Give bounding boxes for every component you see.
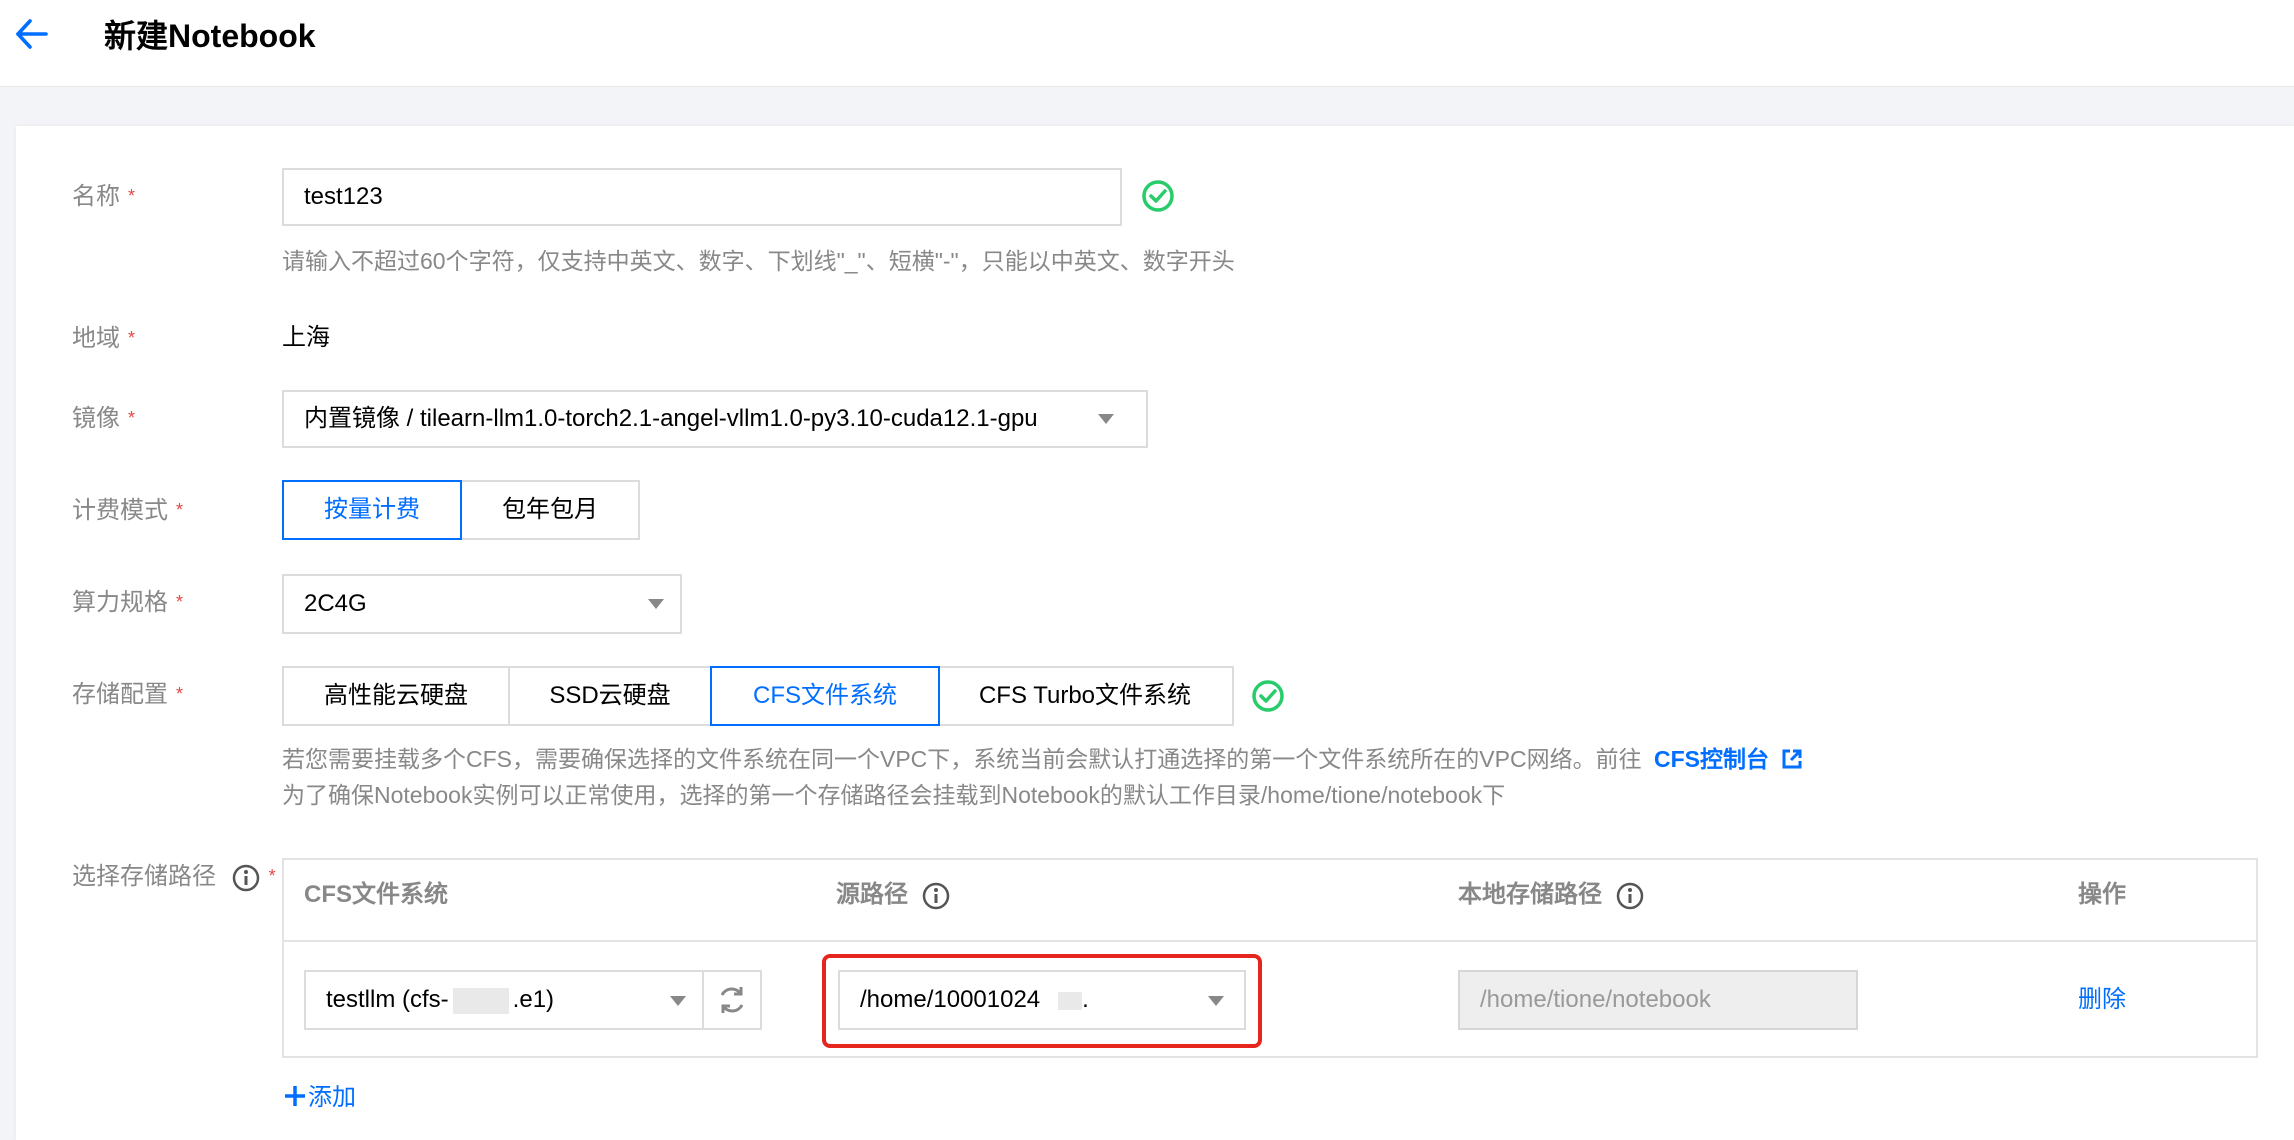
storage-path-label-text: 选择存储路径 xyxy=(72,863,216,890)
column-header-local-text: 本地存储路径 xyxy=(1458,881,1602,908)
column-header-action: 操作 xyxy=(2078,881,2126,908)
column-header-source: 源路径 xyxy=(836,878,951,912)
image-label: 镜像 * xyxy=(72,402,135,435)
plus-icon xyxy=(285,1086,305,1106)
storage-path-table: CFS文件系统 源路径 本地存储路径 操作 testllm (cfs- .e1) xyxy=(282,858,2258,1058)
name-input[interactable]: test123 xyxy=(282,168,1122,226)
storage-path-label: 选择存储路径 * xyxy=(72,860,276,893)
spec-select[interactable]: 2C4G xyxy=(282,574,682,634)
required-mark: * xyxy=(128,408,136,428)
cfs-select-value-suffix: .e1) xyxy=(512,986,555,1013)
redacted-block xyxy=(1058,991,1083,1010)
local-path-placeholder: /home/tione/notebook xyxy=(1480,986,1711,1013)
source-path-value: /home/10001024 xyxy=(860,986,1041,1013)
required-mark: * xyxy=(176,592,184,612)
image-label-text: 镜像 xyxy=(72,405,120,432)
image-select[interactable]: 内置镜像 / tilearn-llm1.0-torch2.1-angel-vll… xyxy=(282,390,1148,448)
storage-option-cfs-turbo[interactable]: CFS Turbo文件系统 xyxy=(936,666,1234,726)
region-label: 地域 * xyxy=(72,322,135,355)
storage-option-cbs-premium[interactable]: 高性能云硬盘 xyxy=(282,666,510,726)
image-select-value: 内置镜像 / tilearn-llm1.0-torch2.1-angel-vll… xyxy=(304,405,1038,432)
page-title: 新建Notebook xyxy=(104,18,316,54)
required-mark: * xyxy=(128,186,136,206)
name-help-text: 请输入不超过60个字符，仅支持中英文、数字、下划线"_"、短横"-"，只能以中英… xyxy=(282,248,1235,274)
name-label-text: 名称 xyxy=(72,183,120,210)
storage-label-text: 存储配置 xyxy=(72,681,168,708)
local-path-input[interactable]: /home/tione/notebook xyxy=(1458,970,1858,1030)
info-icon[interactable] xyxy=(1615,881,1645,911)
column-header-cfs: CFS文件系统 xyxy=(304,881,448,908)
info-icon[interactable] xyxy=(231,863,261,893)
billing-option-monthly[interactable]: 包年包月 xyxy=(460,480,640,540)
cfs-console-link[interactable]: CFS控制台 xyxy=(1654,746,1803,772)
billing-label-text: 计费模式 xyxy=(72,497,168,524)
refresh-icon xyxy=(720,987,744,1013)
spec-select-value: 2C4G xyxy=(304,590,367,617)
required-mark: * xyxy=(128,328,136,348)
cfs-select[interactable]: testllm (cfs- .e1) xyxy=(304,970,704,1030)
spec-label-text: 算力规格 xyxy=(72,589,168,616)
chevron-down-icon xyxy=(648,599,664,609)
delete-button[interactable]: 删除 xyxy=(2078,984,2126,1016)
column-header-source-text: 源路径 xyxy=(836,881,908,908)
column-header-local: 本地存储路径 xyxy=(1458,878,1645,912)
source-path-value-suffix: . xyxy=(1082,986,1089,1013)
region-value: 上海 xyxy=(282,324,330,351)
table-header-divider xyxy=(284,940,2256,942)
external-link-icon xyxy=(1782,749,1802,769)
billing-label: 计费模式 * xyxy=(72,494,183,527)
add-storage-path-label: 添加 xyxy=(308,1084,356,1111)
storage-option-ssd[interactable]: SSD云硬盘 xyxy=(508,666,712,726)
name-label: 名称 * xyxy=(72,180,135,213)
storage-help-line1: 若您需要挂载多个CFS，需要确保选择的文件系统在同一个VPC下，系统当前会默认打… xyxy=(282,742,1803,776)
required-mark: * xyxy=(176,684,184,704)
billing-option-pay-as-you-go[interactable]: 按量计费 xyxy=(282,480,462,540)
cfs-console-link-text: CFS控制台 xyxy=(1653,746,1769,772)
chevron-down-icon xyxy=(670,996,686,1006)
storage-help-text: 若您需要挂载多个CFS，需要确保选择的文件系统在同一个VPC下，系统当前会默认打… xyxy=(282,746,1642,772)
chevron-down-icon xyxy=(1208,996,1224,1006)
back-arrow-icon[interactable] xyxy=(14,17,50,53)
storage-help-line2: 为了确保Notebook实例可以正常使用，选择的第一个存储路径会挂载到Noteb… xyxy=(282,782,1506,808)
add-storage-path-button[interactable]: 添加 xyxy=(284,1082,356,1114)
required-mark: * xyxy=(176,500,184,520)
info-icon[interactable] xyxy=(921,881,951,911)
region-label-text: 地域 xyxy=(72,325,120,352)
name-valid-check-icon xyxy=(1142,180,1174,212)
cfs-select-value: testllm (cfs- xyxy=(326,986,449,1013)
chevron-down-icon xyxy=(1098,414,1114,424)
storage-valid-check-icon xyxy=(1252,680,1284,712)
source-path-select[interactable]: /home/10001024. xyxy=(838,970,1246,1030)
refresh-button[interactable] xyxy=(702,970,762,1030)
redacted-block xyxy=(452,987,509,1014)
page-header: 新建Notebook xyxy=(0,0,2294,87)
storage-label: 存储配置 * xyxy=(72,678,183,711)
required-mark: * xyxy=(268,866,276,886)
form-panel: 名称 * test123 请输入不超过60个字符，仅支持中英文、数字、下划线"_"… xyxy=(16,126,2294,1140)
storage-option-cfs[interactable]: CFS文件系统 xyxy=(710,666,940,726)
spec-label: 算力规格 * xyxy=(72,586,183,619)
name-input-value: test123 xyxy=(304,183,383,210)
